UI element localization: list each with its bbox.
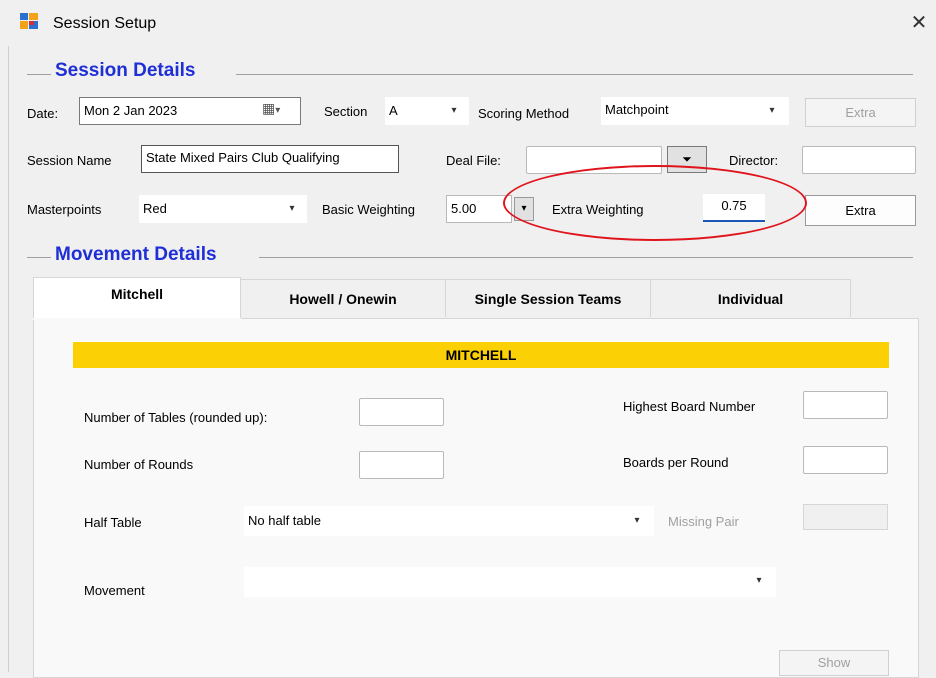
mitchell-banner: MITCHELL — [73, 342, 889, 368]
session-name-label: Session Name — [27, 153, 112, 168]
close-icon[interactable]: ✕ — [908, 12, 930, 34]
highest-board-label: Highest Board Number — [623, 399, 756, 414]
extra-button[interactable]: Extra — [805, 195, 916, 226]
masterpoints-dropdown-icon[interactable]: ▾ — [285, 203, 299, 214]
deal-file-label: Deal File: — [446, 153, 501, 168]
num-rounds-label: Number of Rounds — [84, 457, 194, 472]
section-dropdown-icon[interactable]: ▾ — [447, 105, 461, 116]
date-label: Date: — [27, 106, 59, 121]
scoring-method-label: Scoring Method — [478, 106, 570, 121]
movement-details-heading: Movement Details — [55, 244, 217, 265]
missing-pair-label: Missing Pair — [668, 514, 739, 529]
highest-board-input[interactable] — [803, 391, 888, 419]
app-icon — [20, 13, 38, 29]
num-tables-label: Number of Tables (rounded up): — [84, 410, 268, 425]
movement-select[interactable] — [244, 567, 776, 597]
session-details-heading: Session Details — [55, 60, 196, 81]
half-table-select[interactable]: No half table — [244, 506, 654, 536]
scoring-dropdown-icon[interactable]: ▾ — [765, 105, 779, 116]
extra-button-disabled[interactable]: Extra — [805, 98, 916, 127]
missing-pair-input — [803, 504, 888, 530]
movement-label: Movement — [84, 583, 145, 598]
director-input[interactable] — [802, 146, 916, 174]
movement-dropdown-icon[interactable]: ▾ — [752, 575, 766, 586]
section-label: Section — [324, 104, 368, 119]
annotation-ellipse — [503, 165, 807, 241]
boards-per-round-label: Boards per Round — [623, 455, 729, 470]
calendar-icon[interactable]: ▦▾ — [262, 100, 296, 120]
tab-mitchell[interactable]: Mitchell — [33, 277, 241, 319]
num-rounds-input[interactable] — [359, 451, 444, 479]
group-rule-left-2 — [27, 257, 51, 258]
num-tables-input[interactable] — [359, 398, 444, 426]
session-name-input[interactable]: State Mixed Pairs Club Qualifying — [141, 145, 399, 173]
group-rule-right-2 — [259, 257, 913, 258]
masterpoints-label: Masterpoints — [27, 202, 102, 217]
half-table-label: Half Table — [84, 515, 142, 530]
tab-single-session-teams[interactable]: Single Session Teams — [446, 279, 651, 317]
boards-per-round-input[interactable] — [803, 446, 888, 474]
basic-weighting-label: Basic Weighting — [322, 202, 415, 217]
window-title: Session Setup — [53, 15, 157, 32]
director-label: Director: — [729, 153, 779, 168]
scoring-method-select[interactable]: Matchpoint — [601, 97, 789, 125]
tab-join — [33, 318, 241, 320]
group-rule-left — [27, 74, 51, 75]
mitchell-tab-page — [33, 318, 919, 678]
date-value: Mon 2 Jan 2023 — [84, 103, 178, 118]
tab-howell-onewin[interactable]: Howell / Onewin — [241, 279, 446, 317]
show-button[interactable]: Show — [779, 650, 889, 676]
half-table-dropdown-icon[interactable]: ▾ — [630, 515, 644, 526]
masterpoints-select[interactable]: Red — [139, 195, 307, 223]
group-rule-right — [236, 74, 913, 75]
tab-individual[interactable]: Individual — [651, 279, 851, 317]
basic-weighting-select[interactable]: 5.00 — [446, 195, 512, 223]
